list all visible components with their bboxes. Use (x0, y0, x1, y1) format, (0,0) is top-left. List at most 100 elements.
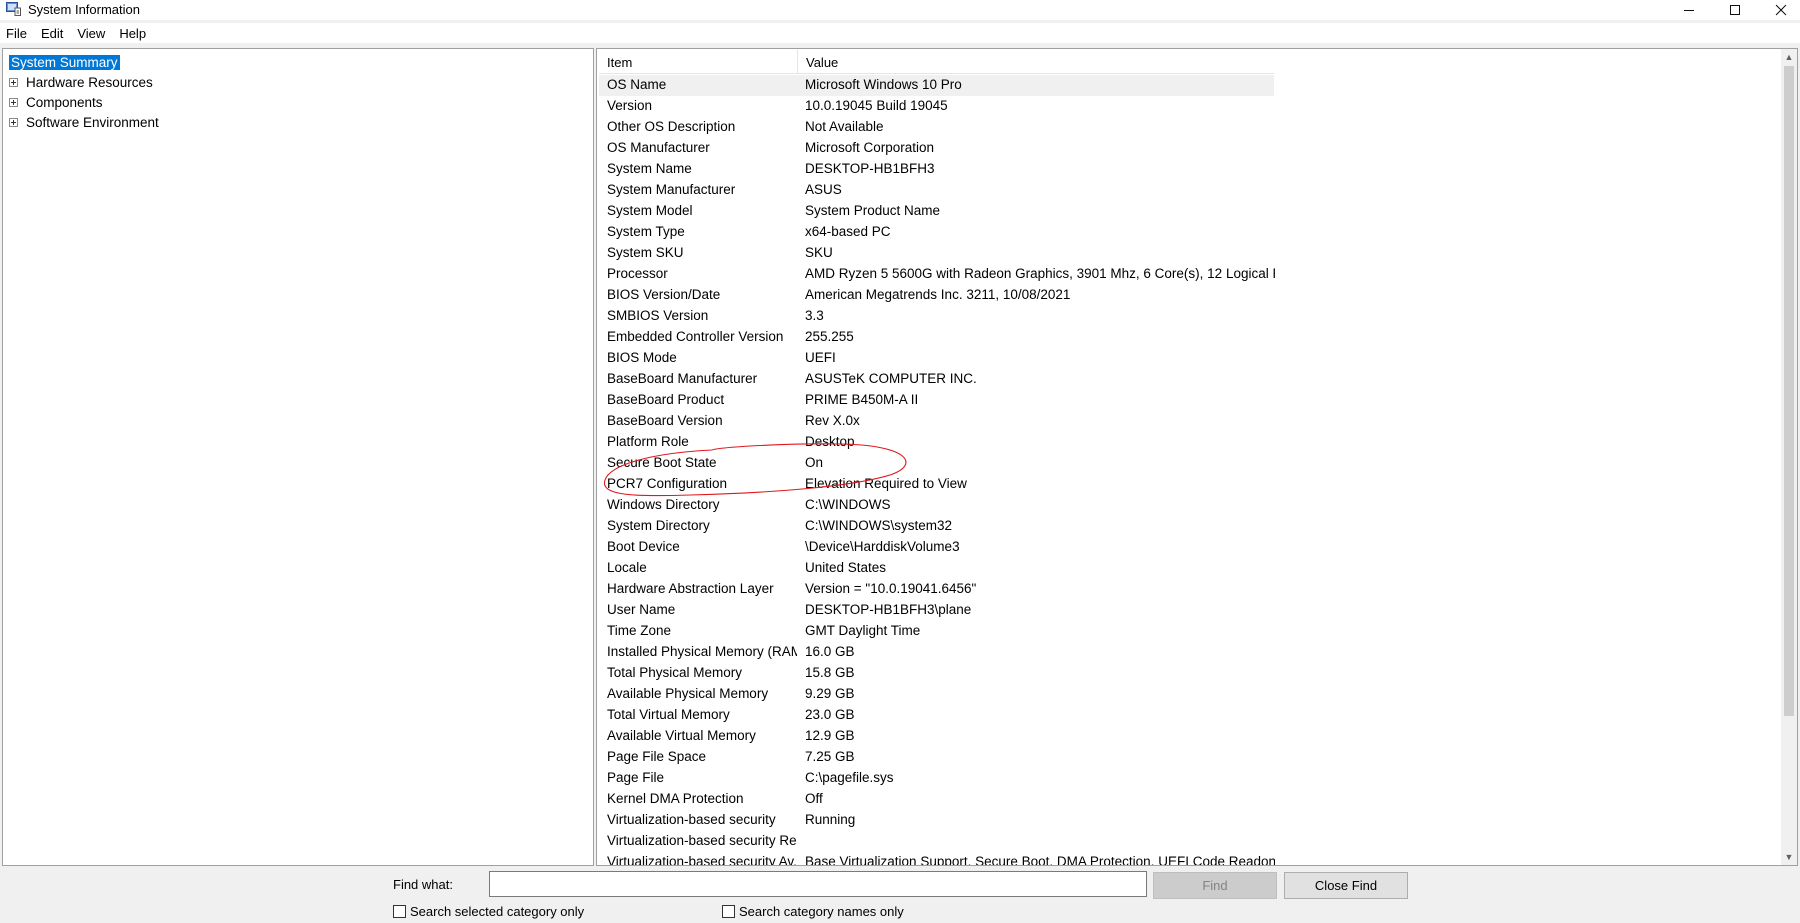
row-item-cell: Hardware Abstraction Layer (607, 581, 774, 596)
row-item-cell: Processor (607, 266, 668, 281)
table-row[interactable]: SMBIOS Version 3.3 (599, 306, 1779, 327)
table-row[interactable]: System Name DESKTOP-HB1BFH3 (599, 159, 1779, 180)
table-row[interactable]: Boot Device \Device\HarddiskVolume3 (599, 537, 1779, 558)
table-row[interactable]: System SKU SKU (599, 243, 1779, 264)
column-header-item[interactable]: Item (599, 50, 798, 74)
scroll-down-icon[interactable]: ▼ (1781, 849, 1797, 865)
list-rows: OS Name Microsoft Windows 10 Pro Version 10… (599, 75, 1779, 866)
menu-help[interactable]: Help (119, 23, 146, 43)
row-value-cell: SKU (805, 245, 833, 260)
row-value-cell: 16.0 GB (805, 644, 855, 659)
table-row[interactable]: Version 10.0.19045 Build 19045 (599, 96, 1779, 117)
table-row[interactable]: Virtualization-based security Re... (599, 831, 1779, 852)
row-item-cell: User Name (607, 602, 676, 617)
table-row[interactable]: OS Name Microsoft Windows 10 Pro (599, 75, 1274, 96)
tree-item-software-environment[interactable]: Software Environment (3, 113, 161, 131)
table-row[interactable]: Virtualization-based security Av... Base … (599, 852, 1779, 866)
expand-plus-icon[interactable] (9, 97, 18, 107)
category-tree[interactable]: System Summary Hardware Resources Compon… (2, 48, 594, 866)
tree-item-components[interactable]: Components (3, 93, 105, 111)
table-row[interactable]: User Name DESKTOP-HB1BFH3\plane (599, 600, 1779, 621)
scroll-up-icon[interactable]: ▲ (1781, 49, 1797, 65)
table-row[interactable]: Time Zone GMT Daylight Time (599, 621, 1779, 642)
checkbox-box[interactable] (393, 905, 406, 918)
checkbox-box[interactable] (722, 905, 735, 918)
table-row[interactable]: BaseBoard Manufacturer ASUSTeK COMPUTER I… (599, 369, 1779, 390)
table-row[interactable]: Windows Directory C:\WINDOWS (599, 495, 1779, 516)
row-value-cell: UEFI (805, 350, 836, 365)
row-value-cell: ASUSTeK COMPUTER INC. (805, 371, 977, 386)
system-information-icon (6, 2, 21, 16)
row-item-cell: Total Physical Memory (607, 665, 743, 680)
table-row[interactable]: Installed Physical Memory (RAM) 16.0 GB (599, 642, 1779, 663)
table-row[interactable]: Total Virtual Memory 23.0 GB (599, 705, 1779, 726)
find-button[interactable]: Find (1153, 872, 1277, 899)
table-row[interactable]: BIOS Version/Date American Megatrends Inc… (599, 285, 1779, 306)
table-row[interactable]: Page File Space 7.25 GB (599, 747, 1779, 768)
vertical-scrollbar[interactable]: ▲ ▼ (1781, 49, 1797, 865)
table-row[interactable]: Available Virtual Memory 12.9 GB (599, 726, 1779, 747)
window-title: System Information (28, 2, 140, 17)
table-row[interactable]: PCR7 Configuration Elevation Required to … (599, 474, 1779, 495)
tree-item-label: Software Environment (26, 114, 159, 130)
tree-item-system-summary[interactable]: System Summary (9, 53, 120, 71)
column-header-value[interactable]: Value (798, 50, 1274, 74)
row-value-cell: DESKTOP-HB1BFH3 (805, 161, 935, 176)
search-category-names-checkbox[interactable]: Search category names only (722, 904, 904, 919)
find-what-input[interactable] (489, 871, 1147, 897)
menu-edit[interactable]: Edit (41, 23, 63, 43)
row-item-cell: Page File (607, 770, 665, 785)
row-value-cell: Base Virtualization Support, Secure Boot… (805, 854, 1275, 866)
row-item-cell: BaseBoard Product (607, 392, 725, 407)
table-row[interactable]: Total Physical Memory 15.8 GB (599, 663, 1779, 684)
expand-plus-icon[interactable] (9, 117, 18, 127)
row-item-cell: Secure Boot State (607, 455, 717, 470)
table-row[interactable]: Secure Boot State On (599, 453, 1779, 474)
table-row[interactable]: Other OS Description Not Available (599, 117, 1779, 138)
table-row[interactable]: Embedded Controller Version 255.255 (599, 327, 1779, 348)
table-row[interactable]: Locale United States (599, 558, 1779, 579)
row-item-cell: Available Virtual Memory (607, 728, 756, 743)
tree-item-hardware-resources[interactable]: Hardware Resources (3, 73, 155, 91)
table-row[interactable]: BaseBoard Version Rev X.0x (599, 411, 1779, 432)
table-row[interactable]: Processor AMD Ryzen 5 5600G with Radeon G… (599, 264, 1779, 285)
table-row[interactable]: System Manufacturer ASUS (599, 180, 1779, 201)
row-value-cell: x64-based PC (805, 224, 891, 239)
title-bar: System Information (0, 0, 1800, 20)
table-row[interactable]: Page File C:\pagefile.sys (599, 768, 1779, 789)
table-row[interactable]: OS Manufacturer Microsoft Corporation (599, 138, 1779, 159)
close-find-button[interactable]: Close Find (1284, 872, 1408, 899)
details-list[interactable]: Item Value OS Name Microsoft Windows 10 P… (596, 48, 1798, 866)
row-value-cell: United States (805, 560, 887, 575)
table-row[interactable]: Hardware Abstraction Layer Version = "10.… (599, 579, 1779, 600)
table-row[interactable]: BaseBoard Product PRIME B450M-A II (599, 390, 1779, 411)
row-value-cell: 9.29 GB (805, 686, 855, 701)
table-row[interactable]: Virtualization-based security Running (599, 810, 1779, 831)
search-selected-category-checkbox[interactable]: Search selected category only (393, 904, 584, 919)
row-value-cell: 15.8 GB (805, 665, 855, 680)
table-row[interactable]: Available Physical Memory 9.29 GB (599, 684, 1779, 705)
table-row[interactable]: Kernel DMA Protection Off (599, 789, 1779, 810)
maximize-button[interactable] (1712, 0, 1758, 20)
close-button[interactable] (1758, 0, 1800, 20)
row-value-cell: On (805, 455, 824, 470)
row-item-cell: BIOS Version/Date (607, 287, 721, 302)
table-row[interactable]: BIOS Mode UEFI (599, 348, 1779, 369)
table-row[interactable]: System Directory C:\WINDOWS\system32 (599, 516, 1779, 537)
menu-view[interactable]: View (77, 23, 105, 43)
row-item-cell: BaseBoard Version (607, 413, 723, 428)
scrollbar-thumb[interactable] (1784, 66, 1794, 716)
row-item-cell: Kernel DMA Protection (607, 791, 744, 806)
table-row[interactable]: System Model System Product Name (599, 201, 1779, 222)
row-item-cell: System Type (607, 224, 685, 239)
checkbox-label: Search selected category only (410, 904, 585, 919)
minimize-button[interactable] (1666, 0, 1712, 20)
table-row[interactable]: Platform Role Desktop (599, 432, 1779, 453)
row-item-cell: Boot Device (607, 539, 680, 554)
row-value-cell: Desktop (805, 434, 855, 449)
expand-plus-icon[interactable] (9, 77, 18, 87)
row-item-cell: Locale (607, 560, 647, 575)
row-value-cell: System Product Name (805, 203, 941, 218)
menu-file[interactable]: File (6, 23, 27, 43)
table-row[interactable]: System Type x64-based PC (599, 222, 1779, 243)
